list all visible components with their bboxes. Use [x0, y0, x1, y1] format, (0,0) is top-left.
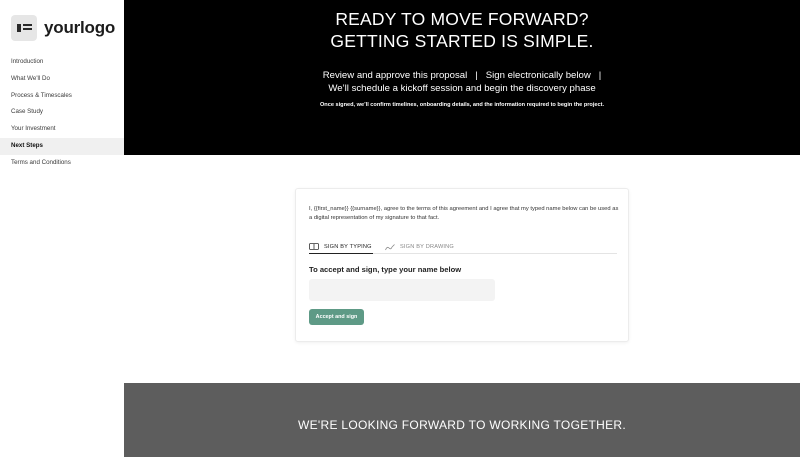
logo-mark-icon	[11, 15, 37, 41]
accept-and-sign-button[interactable]: Accept and sign	[309, 309, 364, 325]
footer-text: WE'RE LOOKING FORWARD TO WORKING TOGETHE…	[297, 418, 627, 432]
sidebar-nav: Introduction What We'll Do Process & Tim…	[0, 54, 124, 172]
footer-banner: WE'RE LOOKING FORWARD TO WORKING TOGETHE…	[124, 383, 800, 457]
logo[interactable]: yourlogo	[11, 15, 115, 41]
tab-label: SIGN BY TYPING	[324, 243, 372, 250]
hero-title-line1: READY TO MOVE FORWARD?	[335, 9, 589, 29]
sidebar-item-what-well-do[interactable]: What We'll Do	[0, 71, 124, 88]
sign-prompt: To accept and sign, type your name below	[309, 265, 462, 274]
sidebar: yourlogo Introduction What We'll Do Proc…	[0, 0, 124, 457]
sidebar-item-terms-and-conditions[interactable]: Terms and Conditions	[0, 155, 124, 172]
hero-title-line2: GETTING STARTED IS SIMPLE.	[330, 31, 594, 51]
tab-label: SIGN BY DRAWING	[400, 244, 454, 250]
hero-note: Once signed, we’ll confirm timelines, on…	[319, 102, 605, 108]
sidebar-item-process-timescales[interactable]: Process & Timescales	[0, 88, 124, 105]
sidebar-item-case-study[interactable]: Case Study	[0, 104, 124, 121]
name-input[interactable]	[309, 279, 495, 301]
agreement-text: I, {{first_name}} {{surname}}, agree to …	[309, 206, 619, 221]
hero-steps-line2: We’ll schedule a kickoff session and beg…	[328, 83, 596, 94]
hero-steps-line1: Review and approve this proposal | Sign …	[322, 70, 602, 81]
tab-sign-by-typing[interactable]: SIGN BY TYPING	[309, 240, 373, 254]
signature-card: I, {{first_name}} {{surname}}, agree to …	[295, 188, 629, 342]
logo-text: yourlogo	[44, 18, 116, 37]
sidebar-item-introduction[interactable]: Introduction	[0, 54, 124, 71]
hero-section: READY TO MOVE FORWARD? GETTING STARTED I…	[124, 0, 800, 155]
draw-icon	[385, 243, 395, 250]
tab-sign-by-drawing[interactable]: SIGN BY DRAWING	[385, 240, 454, 254]
sidebar-item-next-steps[interactable]: Next Steps	[0, 137, 124, 155]
signature-tabs: SIGN BY TYPING SIGN BY DRAWING	[309, 240, 617, 254]
keyboard-icon	[309, 243, 319, 250]
sidebar-item-your-investment[interactable]: Your Investment	[0, 121, 124, 138]
